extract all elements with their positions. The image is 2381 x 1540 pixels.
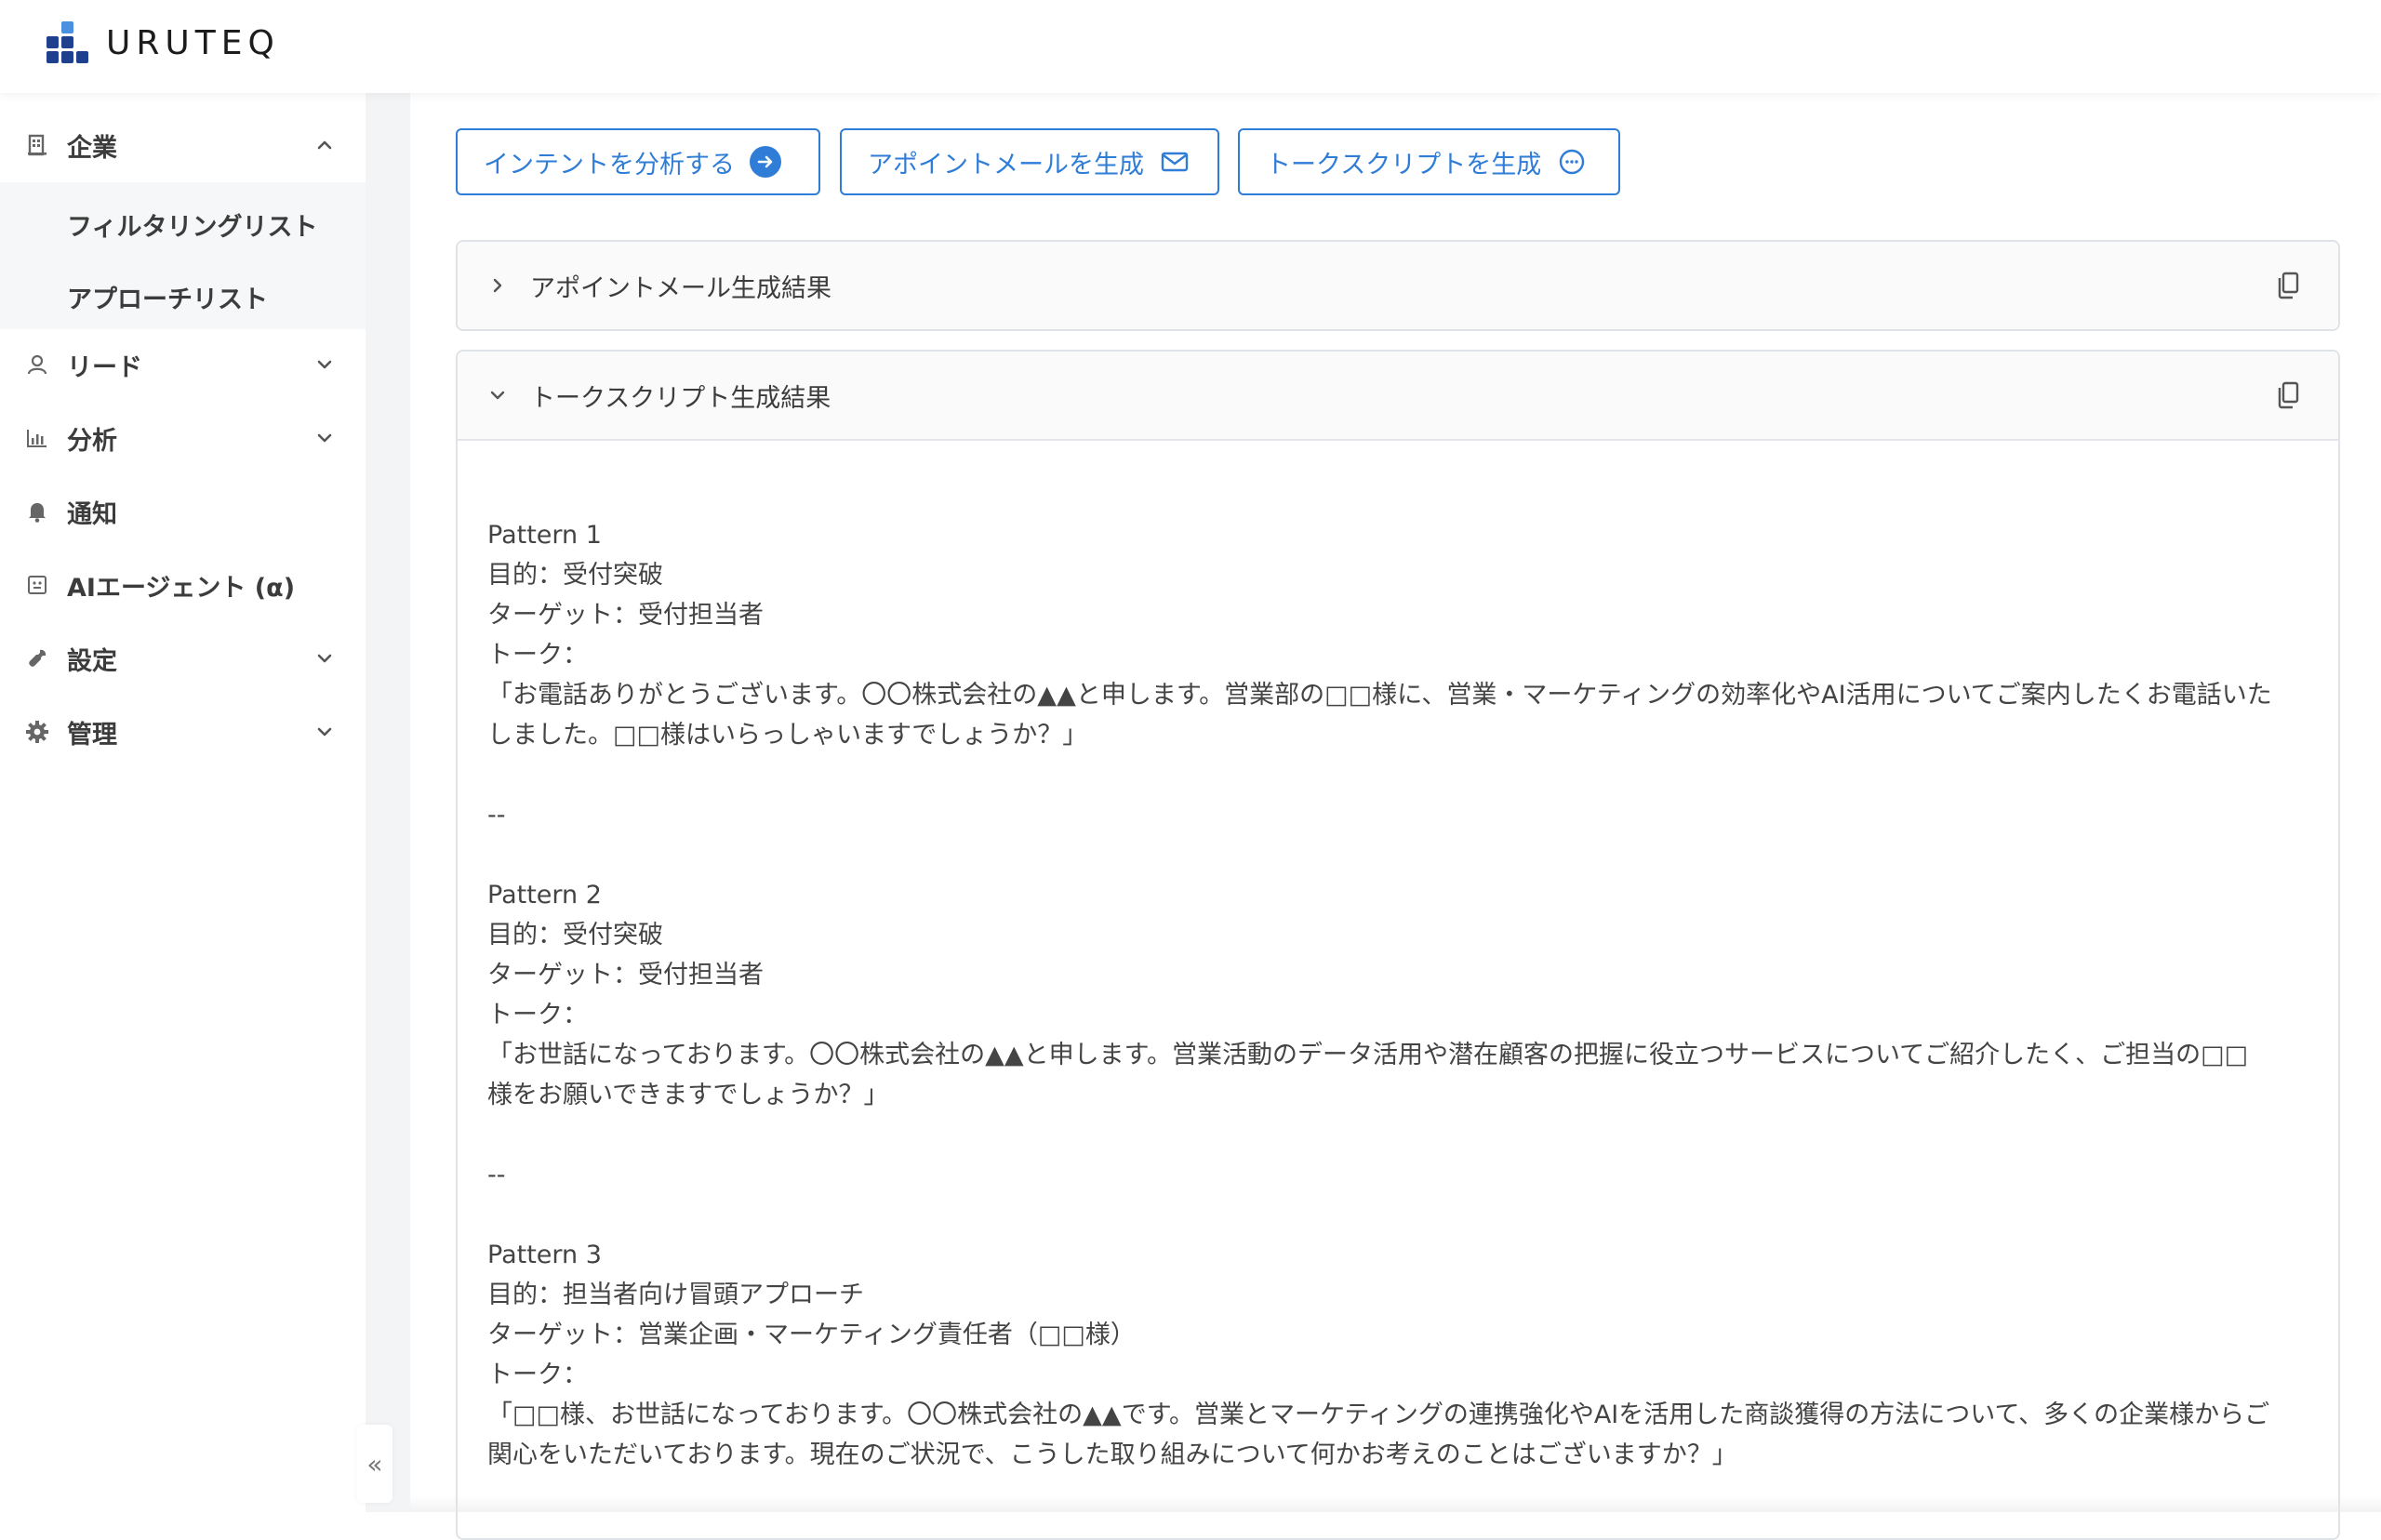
analyze-intent-button[interactable]: インテントを分析する <box>456 128 820 195</box>
sidebar-item-notifications[interactable]: 通知 <box>0 475 366 548</box>
appointment-mail-result-panel: アポイントメール生成結果 <box>456 240 2340 331</box>
bar-chart-icon <box>24 425 50 451</box>
copy-icon[interactable] <box>2275 380 2301 410</box>
generate-talk-script-button[interactable]: トークスクリプトを生成 <box>1238 128 1620 195</box>
sidebar-item-analytics[interactable]: 分析 <box>0 402 366 474</box>
wrench-icon <box>24 645 50 671</box>
sidebar-item-label: 企業 <box>67 127 117 164</box>
chevron-down-icon <box>486 383 510 407</box>
talk-script-result-panel: トークスクリプト生成結果 Pattern 1 目的：受付突破 ターゲット：受付担… <box>456 350 2340 1540</box>
bottom-scroll-fade <box>410 1495 2381 1512</box>
chat-bubble-icon <box>1556 146 1588 178</box>
pattern-separator: -- <box>487 795 2308 835</box>
sidebar-item-label: 設定 <box>67 641 117 677</box>
sidebar-item-leads[interactable]: リード <box>0 328 366 401</box>
mail-icon <box>1159 146 1190 178</box>
submenu-item-approach-list[interactable]: アプローチリスト <box>67 264 268 329</box>
arrow-right-circle-icon <box>750 146 781 178</box>
chevron-up-icon <box>313 133 337 157</box>
sidebar-item-label: リード <box>67 347 142 383</box>
collapse-sidebar-button[interactable]: « <box>357 1425 392 1503</box>
panel-title: トークスクリプト生成結果 <box>530 378 831 414</box>
pattern-purpose: 目的：担当者向け冒頭アプローチ <box>487 1275 2308 1315</box>
pattern-talk-line: 「お電話ありがとうございます。〇〇株式会社の▲▲と申します。営業部の□□様に、営… <box>487 675 2308 715</box>
pattern-target: ターゲット：受付担当者 <box>487 595 2308 635</box>
pattern-name: Pattern 1 <box>487 515 2308 555</box>
pattern-talk-line: 関心をいただいております。現在のご状況で、こうした取り組みについて何かお考えのこ… <box>487 1435 2308 1475</box>
pattern-name: Pattern 3 <box>487 1235 2308 1275</box>
copy-icon[interactable] <box>2275 271 2301 300</box>
user-icon <box>24 352 50 378</box>
button-label: インテントを分析する <box>484 144 735 180</box>
companies-submenu: フィルタリングリスト アプローチリスト <box>0 182 366 329</box>
sidebar-item-settings[interactable]: 設定 <box>0 622 366 695</box>
pattern-separator: -- <box>487 1155 2308 1195</box>
pattern-talk-line: 「□□様、お世話になっております。〇〇株式会社の▲▲です。営業とマーケティングの… <box>487 1395 2308 1435</box>
gear-icon <box>24 719 50 745</box>
button-label: アポイントメールを生成 <box>868 144 1144 180</box>
pattern-target: ターゲット：営業企画・マーケティング責任者（□□様） <box>487 1315 2308 1355</box>
pattern-purpose: 目的：受付突破 <box>487 915 2308 955</box>
pattern-talk-line: 「お世話になっております。〇〇株式会社の▲▲と申します。営業活動のデータ活用や潜… <box>487 1035 2308 1075</box>
robot-icon <box>24 572 50 598</box>
pattern-talk-label: トーク： <box>487 1355 2308 1395</box>
top-header: URUTEQ <box>0 0 2381 93</box>
chevron-right-icon <box>486 273 510 298</box>
panel-title: アポイントメール生成結果 <box>530 268 831 304</box>
sidebar-item-label: 通知 <box>67 494 117 530</box>
chevron-down-icon <box>313 646 337 670</box>
sidebar-item-label: AIエージェント (α) <box>67 567 295 604</box>
appointment-mail-result-header[interactable]: アポイントメール生成結果 <box>458 242 2338 329</box>
sidebar-item-label: 分析 <box>67 420 117 457</box>
brand-name: URUTEQ <box>106 24 280 62</box>
pattern-talk-label: トーク： <box>487 995 2308 1035</box>
chevron-down-icon <box>313 352 337 377</box>
generate-appointment-mail-button[interactable]: アポイントメールを生成 <box>840 128 1219 195</box>
sidebar-item-ai-agent[interactable]: AIエージェント (α) <box>0 549 366 621</box>
pattern-purpose: 目的：受付突破 <box>487 555 2308 595</box>
button-label: トークスクリプトを生成 <box>1266 144 1541 180</box>
pattern-name: Pattern 2 <box>487 875 2308 915</box>
logo-mark-icon <box>45 20 91 66</box>
pattern-talk-line: しました。□□様はいらっしゃいますでしょうか？」 <box>487 715 2308 755</box>
brand-logo[interactable]: URUTEQ <box>45 15 280 71</box>
talk-script-result-header[interactable]: トークスクリプト生成結果 <box>458 352 2338 441</box>
chevron-down-icon <box>313 426 337 450</box>
sidebar-gutter <box>366 93 410 1512</box>
sidebar-item-companies[interactable]: 企業 <box>0 109 366 181</box>
sidebar-item-admin[interactable]: 管理 <box>0 696 366 768</box>
sidebar-item-label: 管理 <box>67 714 117 750</box>
pattern-talk-line: 様をお願いできますでしょうか？」 <box>487 1075 2308 1115</box>
bell-icon <box>24 498 50 524</box>
talk-script-content: Pattern 1 目的：受付突破 ターゲット：受付担当者 トーク： 「お電話あ… <box>458 441 2338 1475</box>
main-content: インテントを分析する アポイントメールを生成 トークスクリプトを生成 アポイント… <box>410 93 2381 1512</box>
pattern-talk-label: トーク： <box>487 635 2308 675</box>
sidebar: 企業 フィルタリングリスト アプローチリスト リード 分析 通知 <box>0 93 366 1512</box>
chevron-down-icon <box>313 720 337 744</box>
building-icon <box>24 132 50 158</box>
pattern-target: ターゲット：受付担当者 <box>487 955 2308 995</box>
submenu-item-filtering-list[interactable]: フィルタリングリスト <box>67 192 317 257</box>
